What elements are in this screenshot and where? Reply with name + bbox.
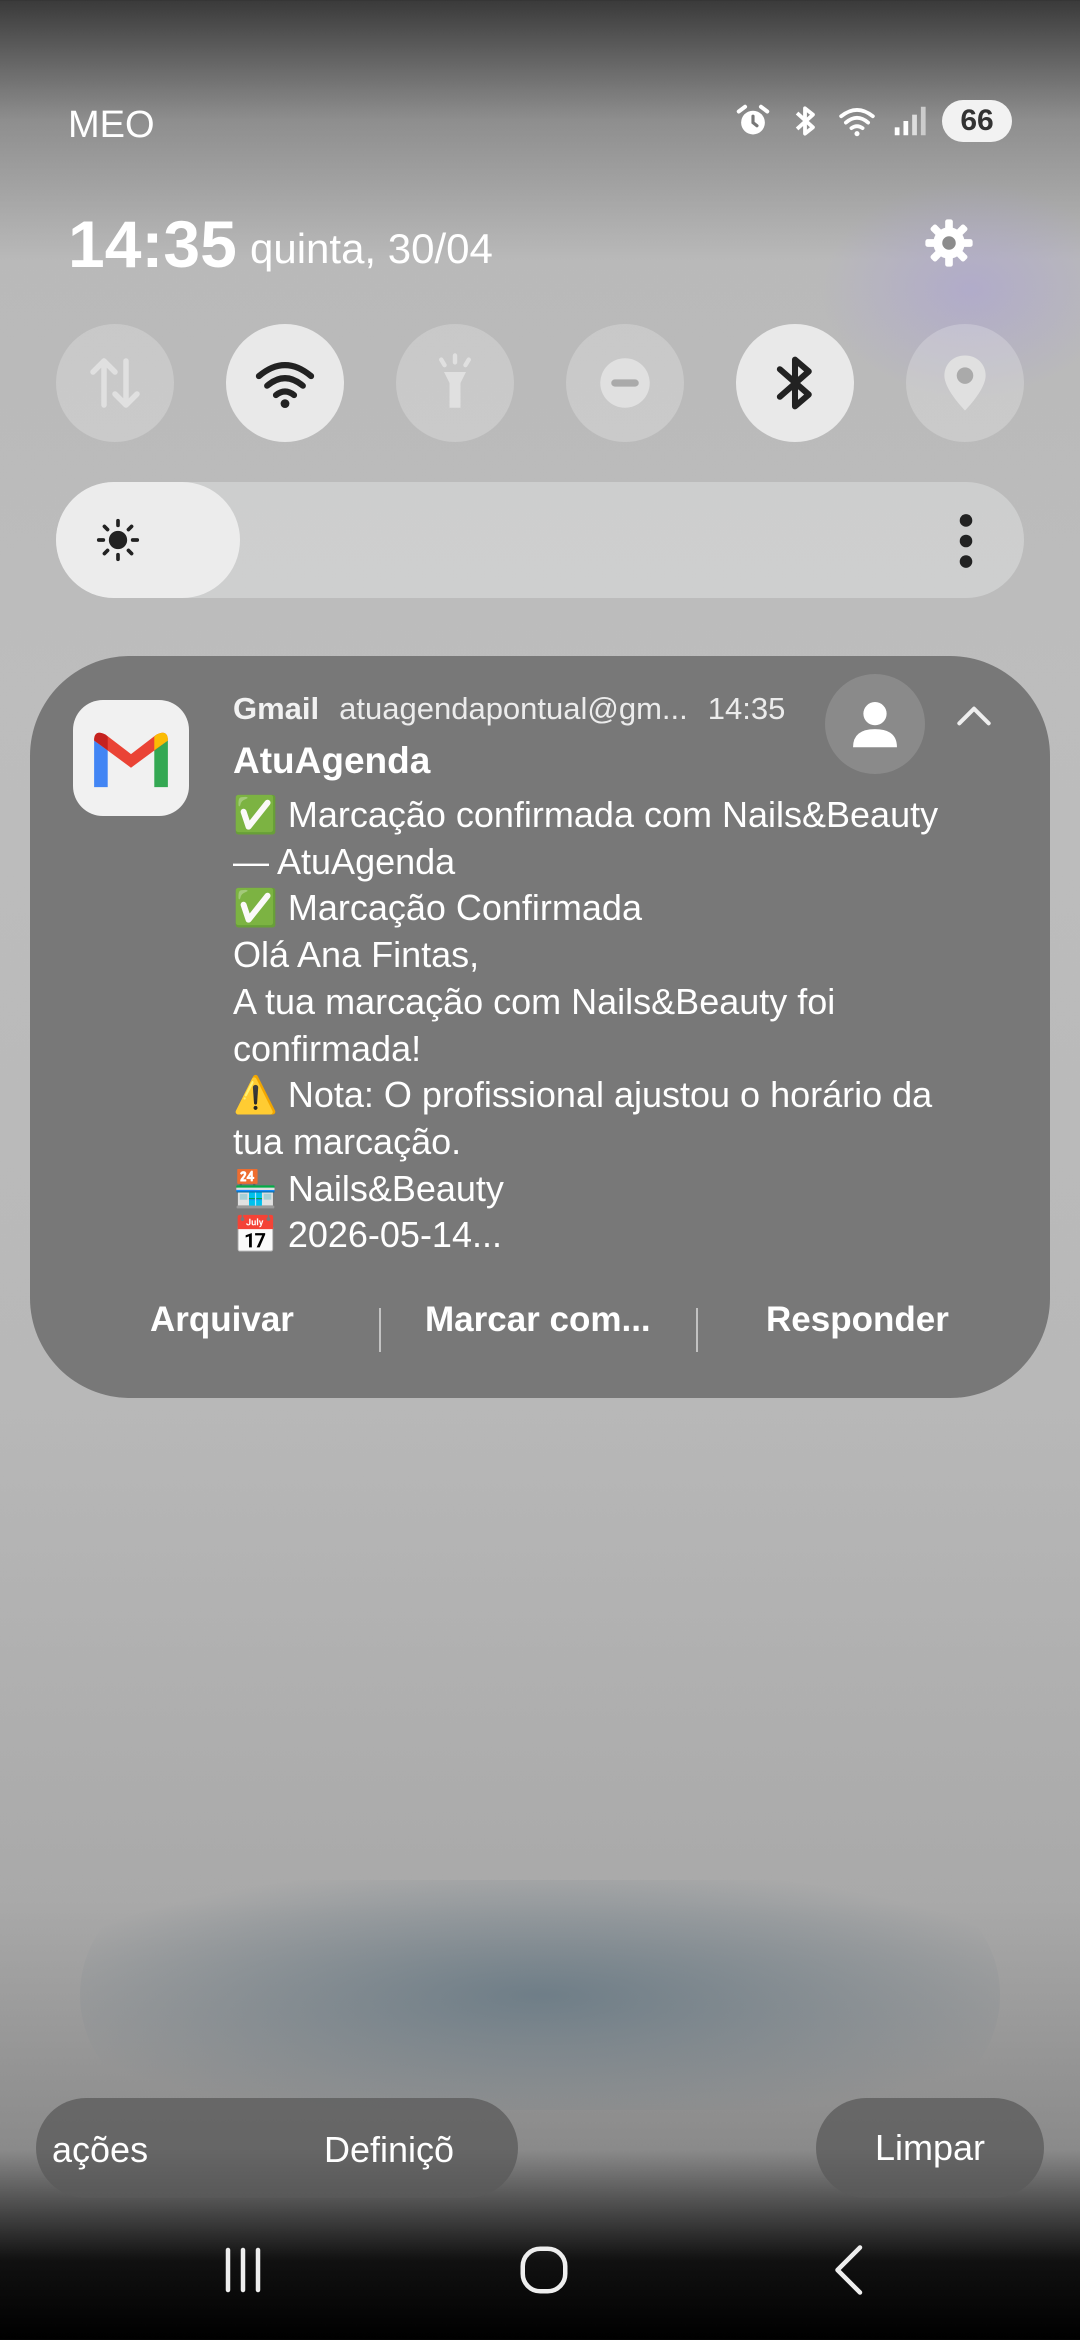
mark-as-button[interactable]: Marcar com...	[425, 1300, 651, 1340]
flashlight-toggle[interactable]	[396, 324, 514, 442]
sender-name: AtuAgenda	[233, 740, 431, 781]
battery-level: 66	[942, 100, 1012, 142]
quick-settings-row	[56, 324, 1026, 442]
bluetooth-toggle[interactable]	[736, 324, 854, 442]
back-icon[interactable]	[820, 2240, 880, 2300]
bluetooth-icon	[795, 106, 815, 136]
more-options-icon[interactable]	[956, 512, 976, 570]
brightness-fill	[56, 482, 240, 598]
location-toggle[interactable]	[906, 324, 1024, 442]
dnd-icon	[600, 358, 650, 408]
account-email: atuagendapontual@gm...	[339, 691, 688, 726]
collapse-chevron-up-icon[interactable]	[952, 694, 996, 738]
mobile-data-toggle[interactable]	[56, 324, 174, 442]
status-icons: 66	[734, 100, 1012, 142]
gmail-app-icon	[73, 700, 189, 816]
body-line: confirmada!	[233, 1027, 422, 1069]
gmail-logo-icon	[94, 732, 168, 788]
date[interactable]: quinta, 30/04	[250, 225, 493, 273]
clock[interactable]: 14:35	[68, 206, 237, 282]
wifi-icon	[255, 362, 315, 409]
alarm-icon	[736, 104, 770, 135]
person-icon	[853, 702, 897, 748]
home-icon[interactable]	[514, 2240, 574, 2300]
data-arrows-icon	[90, 358, 140, 408]
body-line: — AtuAgenda	[233, 840, 456, 882]
do-not-disturb-toggle[interactable]	[566, 324, 684, 442]
signal-icon	[894, 106, 926, 136]
notification-header: Gmail atuagendapontual@gm... 14:35	[233, 691, 785, 727]
body-line: A tua marcação com Nails&Beauty foi	[233, 980, 836, 1022]
body-line: 📅 2026-05-14...	[233, 1214, 502, 1256]
notification-time: 14:35	[707, 691, 786, 726]
wifi-icon	[839, 108, 875, 137]
body-line: tua marcação.	[233, 1120, 462, 1162]
body-line: ⚠️ Nota: O profissional ajustou o horári…	[233, 1074, 933, 1116]
app-name: Gmail	[233, 691, 320, 726]
body-line: ✅ Marcação Confirmada	[233, 887, 642, 929]
status-bar: MEO 66	[0, 0, 1080, 200]
brightness-sun-icon	[96, 518, 140, 562]
bluetooth-icon	[776, 356, 812, 410]
brightness-slider[interactable]	[56, 482, 1024, 598]
background-blur	[80, 1880, 1000, 2110]
clear-button[interactable]: Limpar	[816, 2098, 1044, 2198]
settings-gear-icon[interactable]	[922, 216, 976, 270]
body-line: ✅ Marcação confirmada com Nails&Beauty	[233, 794, 939, 835]
notification-body: ✅ Marcação confirmada com Nails&Beauty —…	[233, 792, 1013, 1259]
location-icon	[944, 355, 986, 411]
action-divider	[379, 1308, 381, 1352]
sender-avatar[interactable]	[825, 674, 925, 774]
body-line: 🏪 Nails&Beauty	[233, 1167, 504, 1209]
settings-button[interactable]: Definiçõ	[324, 2129, 454, 2171]
body-line: Olá Ana Fintas,	[233, 934, 480, 976]
flashlight-icon	[439, 353, 471, 408]
notification-controls-pill: ações Definiçõ	[36, 2098, 518, 2198]
archive-button[interactable]: Arquivar	[150, 1300, 294, 1340]
gmail-notification[interactable]: Gmail atuagendapontual@gm... 14:35 AtuAg…	[30, 656, 1050, 1398]
notification-settings-button[interactable]: ações	[52, 2129, 148, 2171]
clear-button-label: Limpar	[874, 2127, 986, 2168]
wifi-toggle[interactable]	[226, 324, 344, 442]
reply-button[interactable]: Responder	[766, 1300, 949, 1340]
action-divider	[696, 1308, 698, 1352]
carrier-name: MEO	[68, 104, 155, 146]
notification-actions: Arquivar Marcar com... Responder	[30, 1300, 1050, 1360]
recent-apps-icon[interactable]	[213, 2240, 273, 2300]
navigation-bar	[0, 2240, 1080, 2340]
